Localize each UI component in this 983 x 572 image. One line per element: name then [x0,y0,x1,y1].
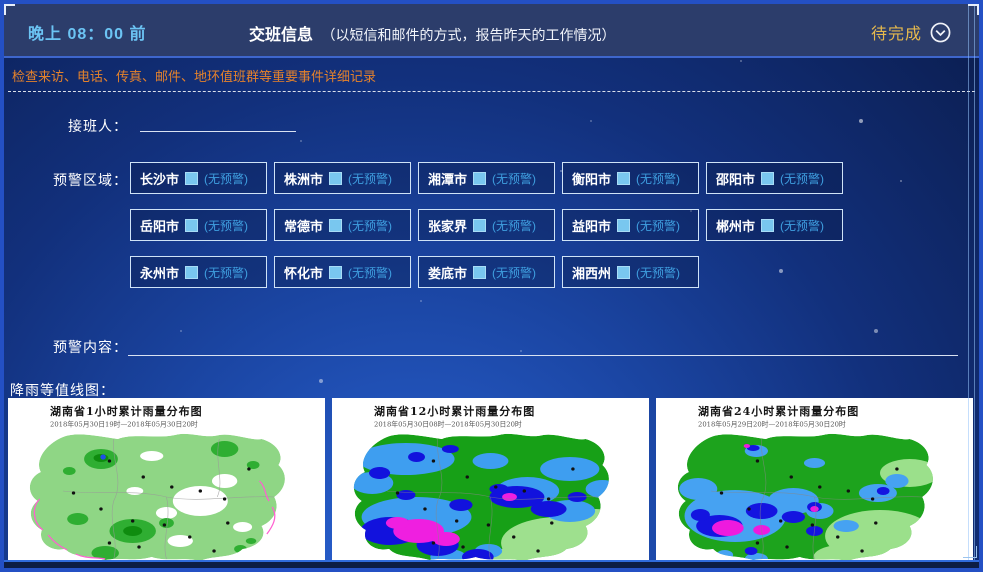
city-checkbox[interactable] [329,219,342,232]
receiver-label: 接班人： [6,116,128,136]
rain-map-panel-24h: 湖南省24小时累计雨量分布图 2018年05月29日20时—2018年05月30… [656,398,973,560]
map-title-1h: 湖南省1小时累计雨量分布图 [50,403,325,419]
city-checkbox[interactable] [761,172,774,185]
city-name: 衡阳市 [572,169,611,188]
map-subtitle-24h: 2018年05月29日20时—2018年05月30日20时 [698,420,932,429]
city-status: (无预警) [492,264,536,281]
city-name: 永州市 [140,263,179,282]
city-box-yiyang[interactable]: 益阳市 (无预警) [562,209,699,241]
city-box-huaihua[interactable]: 怀化市 (无预警) [274,256,411,288]
city-row-1: 长沙市 (无预警) 株洲市 (无预警) 湘潭市 (无预警) 衡阳市 (无预警) … [130,162,843,194]
rain-map-panel-1h: 湖南省1小时累计雨量分布图 2018年05月30日19时—2018年05月30日… [8,398,325,560]
city-name: 岳阳市 [140,216,179,235]
city-checkbox[interactable] [473,172,486,185]
city-box-yueyang[interactable]: 岳阳市 (无预警) [130,209,267,241]
footer-bar [4,560,979,568]
city-status: (无预警) [780,170,824,187]
city-row-2: 岳阳市 (无预警) 常德市 (无预警) 张家界 (无预警) 益阳市 (无预警) … [130,209,843,241]
city-row-3: 永州市 (无预警) 怀化市 (无预警) 娄底市 (无预警) 湘西州 (无预警) [130,256,699,288]
city-box-changsha[interactable]: 长沙市 (无预警) [130,162,267,194]
city-status: (无预警) [636,264,680,281]
city-box-zhuzhou[interactable]: 株洲市 (无预警) [274,162,411,194]
warning-content-input[interactable] [128,330,958,356]
city-checkbox[interactable] [761,219,774,232]
city-checkbox[interactable] [329,172,342,185]
city-name: 郴州市 [716,216,755,235]
frame-line-right-outer [974,4,975,560]
city-box-xiangtan[interactable]: 湘潭市 (无预警) [418,162,555,194]
city-box-yongzhou[interactable]: 永州市 (无预警) [130,256,267,288]
city-checkbox[interactable] [185,172,198,185]
map-title-24h: 湖南省24小时累计雨量分布图 [698,403,973,419]
page-title: 交班信息 [249,27,313,44]
city-status: (无预警) [204,170,248,187]
city-name: 邵阳市 [716,169,755,188]
deadline-time-label: 晚上 08：00 前 [28,20,147,44]
page-title-group: 交班信息 （以短信和邮件的方式，报告昨天的工作情况） [249,21,615,45]
notice-text: 检查来访、电话、传真、邮件、地环值班群等重要事件详细记录 [12,66,376,85]
city-status: (无预警) [492,170,536,187]
rain-map-label: 降雨等值线图： [10,380,115,400]
city-checkbox[interactable] [617,172,630,185]
city-box-zhangjiajie[interactable]: 张家界 (无预警) [418,209,555,241]
city-name: 益阳市 [572,216,611,235]
frame-line-right-inner [968,4,969,560]
status-label: 待完成 [871,20,922,44]
city-status: (无预警) [348,170,392,187]
city-name: 常德市 [284,216,323,235]
city-box-shaoyang[interactable]: 邵阳市 (无预警) [706,162,843,194]
city-checkbox[interactable] [617,266,630,279]
city-checkbox[interactable] [185,219,198,232]
city-name: 张家界 [428,216,467,235]
receiver-input[interactable] [140,108,296,132]
rain-map-row: 湖南省1小时累计雨量分布图 2018年05月30日19时—2018年05月30日… [8,398,973,560]
city-status: (无预警) [204,217,248,234]
city-checkbox[interactable] [329,266,342,279]
city-status: (无预警) [636,217,680,234]
rain-map-panel-12h: 湖南省12小时累计雨量分布图 2018年05月30日08时—2018年05月30… [332,398,649,560]
city-name: 长沙市 [140,169,179,188]
city-name: 湘西州 [572,263,611,282]
shift-handover-page: 晚上 08：00 前 交班信息 （以短信和邮件的方式，报告昨天的工作情况） 待完… [0,0,983,572]
frame-corner-bottom-right [963,546,977,558]
city-status: (无预警) [348,264,392,281]
frame-corner-top-left [4,4,15,15]
warning-area-label: 预警区域： [6,170,128,190]
city-checkbox[interactable] [473,266,486,279]
map-subtitle-12h: 2018年05月30日08时—2018年05月30日20时 [374,420,608,429]
rain-map-image-24h [656,431,973,560]
header-bar: 晚上 08：00 前 交班信息 （以短信和邮件的方式，报告昨天的工作情况） 待完… [4,4,979,58]
city-box-xiangxi[interactable]: 湘西州 (无预警) [562,256,699,288]
warning-content-label: 预警内容： [6,337,128,357]
city-box-loudi[interactable]: 娄底市 (无预警) [418,256,555,288]
city-status: (无预警) [780,217,824,234]
chevron-down-circle-icon[interactable] [930,22,951,43]
status-badge: 待完成 [871,20,951,44]
dashed-divider [8,91,975,92]
map-subtitle-1h: 2018年05月30日19时—2018年05月30日20时 [50,420,284,429]
city-status: (无预警) [636,170,680,187]
map-title-12h: 湖南省12小时累计雨量分布图 [374,403,649,419]
city-status: (无预警) [492,217,536,234]
city-checkbox[interactable] [185,266,198,279]
city-checkbox[interactable] [617,219,630,232]
rain-map-image-12h [332,431,649,560]
city-status: (无预警) [348,217,392,234]
page-subtitle: （以短信和邮件的方式，报告昨天的工作情况） [321,27,615,43]
frame-corner-top-right [968,4,979,15]
city-box-chenzhou[interactable]: 郴州市 (无预警) [706,209,843,241]
city-name: 株洲市 [284,169,323,188]
city-name: 怀化市 [284,263,323,282]
rain-map-image-1h [8,431,325,560]
city-status: (无预警) [204,264,248,281]
city-checkbox[interactable] [473,219,486,232]
city-name: 娄底市 [428,263,467,282]
city-box-changde[interactable]: 常德市 (无预警) [274,209,411,241]
city-box-hengyang[interactable]: 衡阳市 (无预警) [562,162,699,194]
city-name: 湘潭市 [428,169,467,188]
